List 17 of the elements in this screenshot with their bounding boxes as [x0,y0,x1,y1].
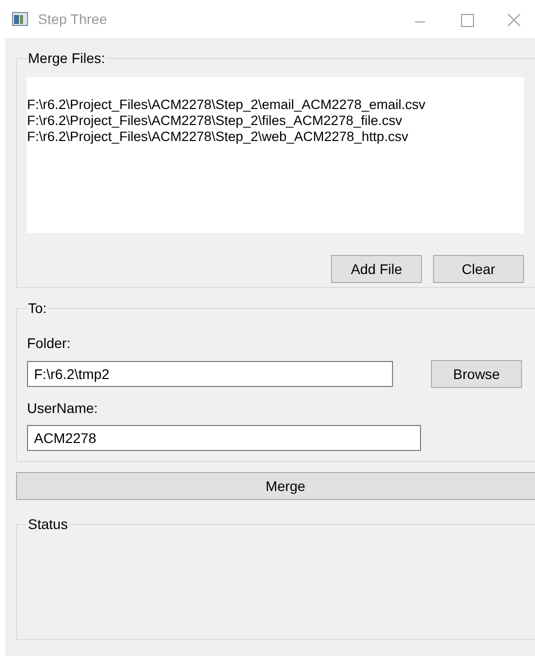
window-app-icon [12,12,28,26]
group-label: To: [27,299,48,318]
clear-button[interactable]: Clear [433,255,524,283]
folder-label: Folder: [27,334,72,353]
group-label: Status [27,515,69,534]
file-path[interactable]: F:\r6.2\Project_Files\ACM2278\Step_2\files_ACM2278_file.csv [27,113,524,129]
username-label: UserName: [27,399,99,418]
group-label: Merge Files: [27,49,106,68]
window-title: Step Three [38,10,108,29]
browse-button[interactable]: Browse [431,360,522,388]
add-file-button[interactable]: Add File [331,255,422,283]
file-path[interactable]: F:\r6.2\Project_Files\ACM2278\Step_2\web_ACM2278_http.csv [27,129,524,145]
merge-button[interactable]: Merge [16,472,535,500]
file-list[interactable]: F:\r6.2\Project_Files\ACM2278\Step_2\email_ACM2278_email.csv F:\r6.2\Project_Files\ACM2278\Step_2\files_ACM2278_file.csv F:\r6.2\Project_Files\ACM2278\Step_2\web_ACM2278_http.csv [27,77,524,233]
username-field[interactable]: ACM2278 [27,425,421,451]
folder-field[interactable]: F:\r6.2\tmp2 [27,361,393,387]
file-path[interactable]: F:\r6.2\Project_Files\ACM2278\Step_2\email_ACM2278_email.csv [27,97,524,113]
